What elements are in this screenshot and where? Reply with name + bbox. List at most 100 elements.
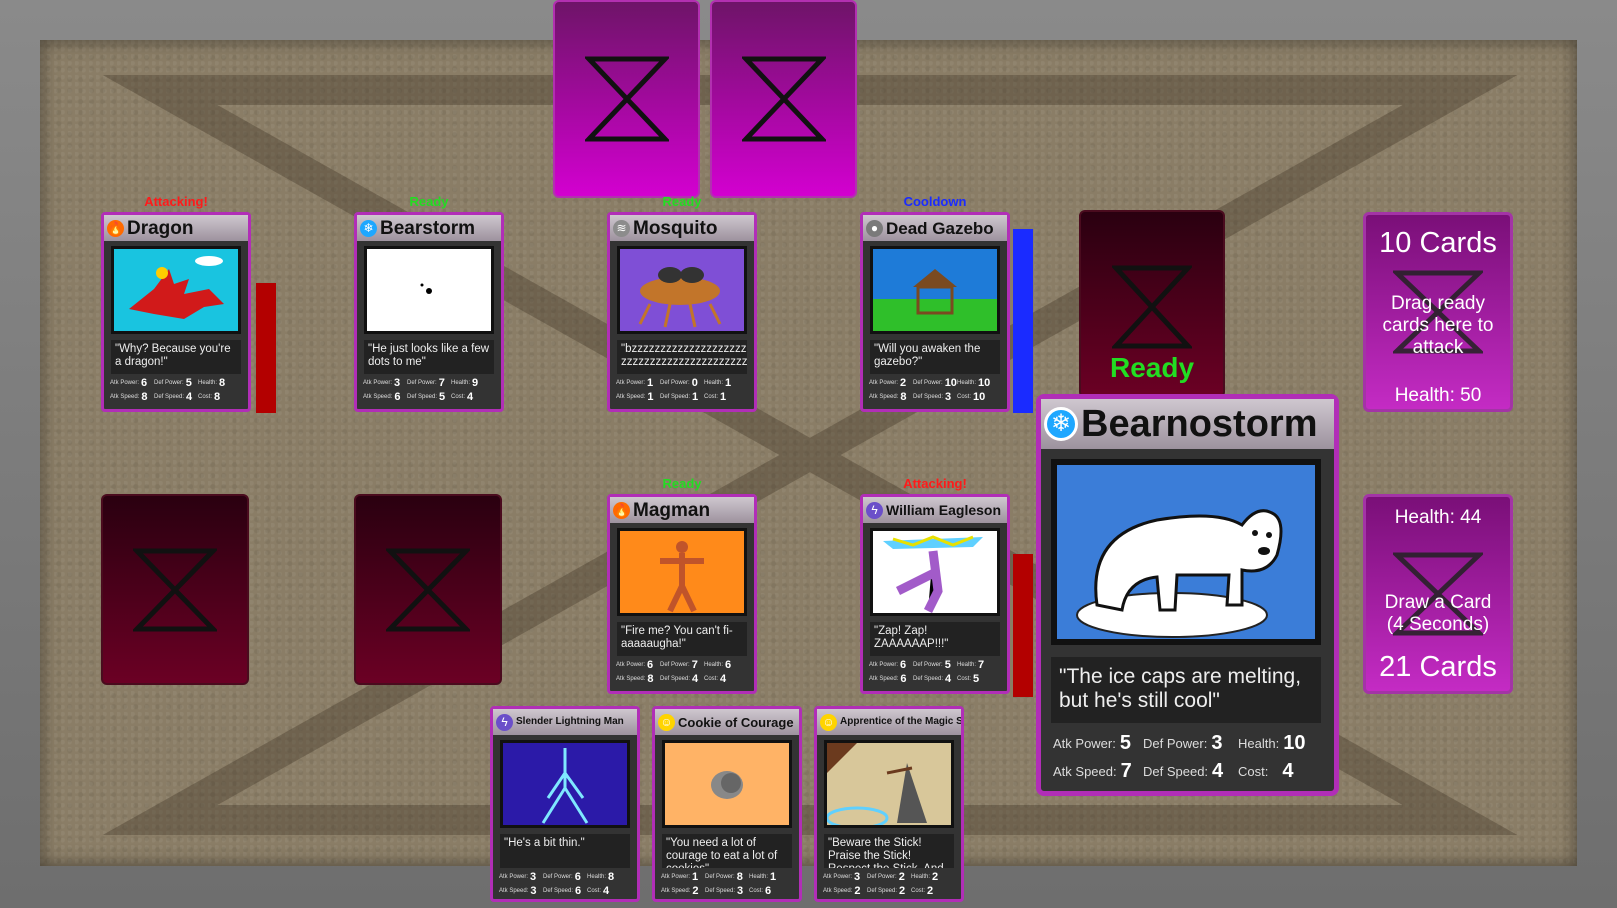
atk-power-value: 3 — [854, 871, 861, 883]
card-art — [870, 246, 1000, 334]
def-power-value: 7 — [691, 659, 698, 671]
player-deck-pile[interactable]: Health: 44 Draw a Card (4 Seconds) 21 Ca… — [1363, 494, 1513, 694]
atk-speed-value: 7 — [1120, 759, 1132, 782]
stat-label: Atk Power: — [616, 380, 646, 386]
card-apprentice-of-the-magic-stick[interactable]: ☺ Apprentice of the Magic Stick "Beware … — [814, 706, 964, 902]
card-mosquito[interactable]: ≋ Mosquito "bzzzzzzzzzzzzzzzzzzzz zzzzzzz… — [607, 212, 757, 412]
stat-label: Def Power: — [867, 874, 897, 880]
stat-label: Def Power: — [154, 380, 184, 386]
card-status: Attacking! — [903, 476, 967, 491]
stat-label: Def Power: — [705, 874, 735, 880]
stat-label: Health: — [749, 874, 769, 880]
ready-slot[interactable]: Ready — [1079, 210, 1225, 398]
card-dead-gazebo[interactable]: ● Dead Gazebo "Will you awaken the gazeb… — [860, 212, 1010, 412]
card-art — [1051, 459, 1321, 645]
atk-speed-value: 8 — [141, 391, 148, 403]
enemy-deck-count: 10 Cards — [1379, 227, 1497, 259]
cost-value: 4 — [720, 673, 727, 685]
stat-label: Health: — [587, 874, 607, 880]
health-value: 6 — [725, 659, 732, 671]
health-value: 7 — [978, 659, 985, 671]
player-field-slot-2[interactable] — [354, 494, 502, 685]
card-illustration — [665, 743, 789, 825]
stat-label: Def Power: — [407, 380, 437, 386]
atk-speed-value: 6 — [394, 391, 401, 403]
stat-label: Def Power: — [660, 380, 690, 386]
stat-label: Def Speed: — [660, 394, 691, 400]
dead-gazebo-cooldown-bar — [1013, 229, 1033, 413]
enemy-deck-pile[interactable]: 10 Cards Drag ready cards here to attack… — [1363, 212, 1513, 412]
card-quote: "You need a lot of courage to eat a lot … — [662, 834, 792, 868]
stat-label: Cost: — [957, 676, 972, 682]
card-header: ☺ Cookie of Courage — [655, 709, 799, 735]
card-header: ϟ Slender Lightning Man — [493, 709, 637, 735]
card-illustration — [827, 743, 951, 825]
stat-label: Atk Power: — [869, 380, 899, 386]
stat-label: Atk Speed: — [363, 394, 393, 400]
player-health: Health: 44 — [1394, 507, 1482, 528]
hourglass-icon — [133, 548, 217, 631]
hourglass-icon — [1112, 265, 1192, 349]
game-frame: Ready 10 Cards Drag ready cards here to … — [0, 0, 1617, 908]
card-name: Bearnostorm — [1081, 403, 1318, 445]
card-name: Cookie of Courage — [678, 714, 794, 730]
atk-power-value: 5 — [1119, 731, 1131, 754]
atk-speed-value: 8 — [900, 391, 907, 403]
snowflake-icon: ❄ — [360, 219, 377, 237]
card-dragon[interactable]: 🔥 Dragon "Why? Because you're a dragon!"… — [101, 212, 251, 412]
stat-label: Def Power: — [543, 874, 573, 880]
stat-label: Atk Speed: — [1053, 763, 1117, 779]
card-magman[interactable]: 🔥 Magman "Fire me? You can't fi-aaaaaugh… — [607, 494, 757, 694]
stat-label: Def Speed: — [407, 394, 438, 400]
atk-power-value: 3 — [530, 871, 537, 883]
enemy-health: Health: 50 — [1394, 385, 1482, 406]
health-value: 8 — [219, 377, 226, 389]
card-quote: "Zap! Zap! ZAAAAAAP!!!" — [870, 622, 1000, 656]
def-speed-value: 3 — [945, 391, 952, 403]
health-value: 1 — [725, 377, 732, 389]
stat-label: Def Speed: — [913, 676, 944, 682]
def-power-value: 2 — [898, 871, 905, 883]
atk-power-value: 6 — [647, 659, 654, 671]
player-deck-count: 21 Cards — [1379, 651, 1497, 683]
hourglass-icon — [741, 56, 826, 142]
card-slender-lightning-man[interactable]: ϟ Slender Lightning Man "He's a bit thin… — [490, 706, 640, 902]
cost-value: 5 — [973, 673, 980, 685]
def-speed-value: 3 — [737, 885, 744, 897]
card-illustration — [873, 249, 997, 331]
atk-power-value: 1 — [692, 871, 699, 883]
card-art — [500, 740, 630, 828]
hourglass-icon — [386, 548, 470, 631]
card-cookie-of-courage[interactable]: ☺ Cookie of Courage "You need a lot of c… — [652, 706, 802, 902]
snowflake-icon: ❄ — [1044, 407, 1078, 441]
cost-value: 4 — [603, 885, 610, 897]
card-status: Ready — [662, 194, 702, 209]
card-art — [617, 528, 747, 616]
cost-value: 1 — [720, 391, 727, 403]
player-field-slot-1[interactable] — [101, 494, 249, 685]
def-speed-value: 4 — [1212, 759, 1224, 782]
card-william-eagleson[interactable]: ϟ William Eagleson "Zap! Zap! ZAAAAAAP!!… — [860, 494, 1010, 694]
draw-card-hint: Draw a Card (4 Seconds) — [1384, 592, 1492, 635]
stat-label: Health: — [704, 662, 724, 668]
card-header: 🔥 Dragon — [104, 215, 248, 241]
stat-label: Atk Speed: — [110, 394, 140, 400]
stat-label: Health: — [198, 380, 218, 386]
stat-label: Atk Speed: — [661, 888, 691, 894]
stat-label: Atk Power: — [110, 380, 140, 386]
card-bearstorm[interactable]: ❄ Bearstorm "He just looks like a few do… — [354, 212, 504, 412]
stat-label: Atk Speed: — [616, 394, 646, 400]
flame-icon: 🔥 — [613, 501, 630, 519]
stat-label: Def Speed: — [913, 394, 944, 400]
cost-value: 2 — [927, 885, 934, 897]
stat-label: Cost: — [587, 888, 602, 894]
stat-label: Cost: — [704, 394, 719, 400]
card-art — [617, 246, 747, 334]
stat-label: Atk Speed: — [616, 676, 646, 682]
card-status: Ready — [662, 476, 702, 491]
card-stats: Atk Power: 6 Def Power: 7 Health: 6 Atk Spe… — [616, 658, 750, 686]
card-name: Dead Gazebo — [886, 218, 994, 238]
dragon-cooldown-bar — [256, 283, 276, 413]
card-art — [870, 528, 1000, 616]
card-stats: Atk Power: 5 Def Power: 3 Health: 10 Atk Sp… — [1053, 729, 1330, 785]
